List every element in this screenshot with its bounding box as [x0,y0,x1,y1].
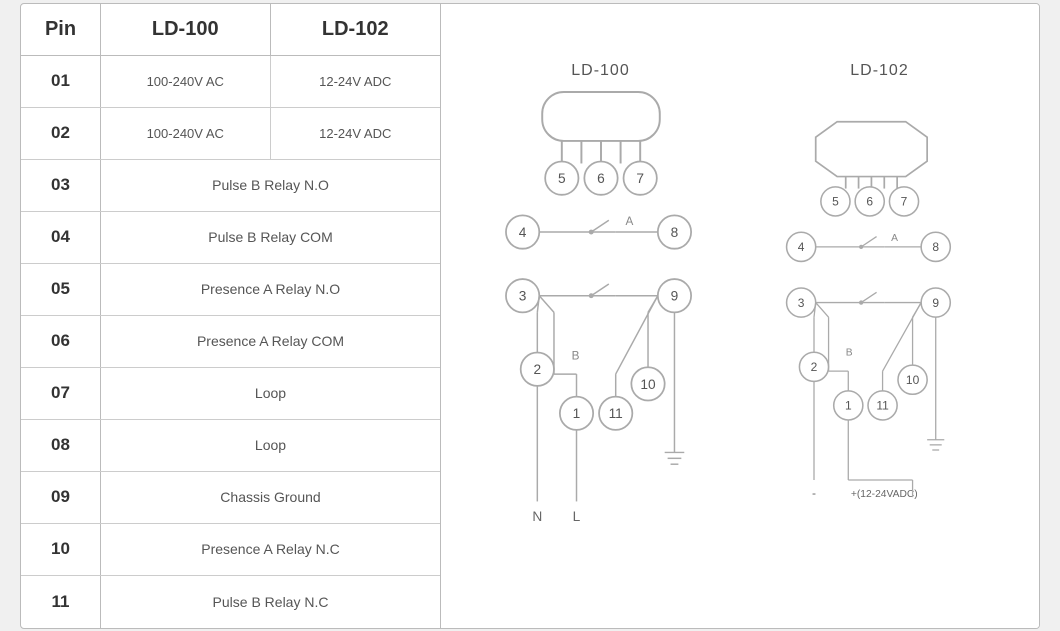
ld100-cell: 100-240V AC [101,56,271,107]
svg-text:4: 4 [518,224,526,239]
svg-text:B: B [571,349,579,362]
ld100-diagram: 5 6 7 4 8 [481,90,721,570]
svg-text:5: 5 [832,194,839,208]
svg-text:10: 10 [905,373,919,387]
svg-text:+(12-24VADC): +(12-24VADC) [850,489,917,500]
desc-cell: Presence A Relay COM [101,316,440,367]
pin-cell: 02 [21,108,101,159]
diagram-area: LD-100 5 6 7 [441,4,1039,628]
table-row: 07Loop [21,368,440,420]
svg-text:4: 4 [797,240,804,254]
ld100-cell: 100-240V AC [101,108,271,159]
svg-text:3: 3 [518,288,526,303]
table-row: 02100-240V AC12-24V ADC [21,108,440,160]
desc-cell: Chassis Ground [101,472,440,523]
desc-cell: Loop [101,420,440,471]
table-row: 03Pulse B Relay N.O [21,160,440,212]
table-row: 09Chassis Ground [21,472,440,524]
svg-text:11: 11 [876,398,889,412]
svg-text:B: B [845,347,852,358]
ld100-panel: LD-100 5 6 7 [481,62,721,570]
svg-text:8: 8 [670,224,678,239]
svg-text:6: 6 [866,194,873,208]
desc-cell: Pulse B Relay N.O [101,160,440,211]
pin-cell: 08 [21,420,101,471]
svg-text:1: 1 [572,406,580,421]
header-ld102: LD-102 [271,4,441,55]
main-container: Pin LD-100 LD-102 01100-240V AC12-24V AD… [20,3,1040,629]
svg-text:A: A [625,215,633,228]
table-row: 05Presence A Relay N.O [21,264,440,316]
svg-text:L: L [572,509,580,524]
desc-cell: Pulse B Relay N.C [101,576,440,628]
pin-table: Pin LD-100 LD-102 01100-240V AC12-24V AD… [21,4,441,628]
desc-cell: Loop [101,368,440,419]
pin-cell: 09 [21,472,101,523]
table-row: 04Pulse B Relay COM [21,212,440,264]
table-row: 01100-240V AC12-24V ADC [21,56,440,108]
desc-cell: Presence A Relay N.C [101,524,440,575]
pin-cell: 05 [21,264,101,315]
pin-cell: 04 [21,212,101,263]
svg-text:N: N [532,509,542,524]
header-pin: Pin [21,4,101,55]
ld102-diagram: 5 6 7 4 8 A 3 [760,90,1000,570]
pin-cell: 01 [21,56,101,107]
pin-cell: 03 [21,160,101,211]
ld102-cell: 12-24V ADC [271,108,441,159]
table-row: 11Pulse B Relay N.C [21,576,440,628]
svg-text:10: 10 [640,376,656,391]
svg-text:11: 11 [608,406,622,421]
table-row: 08Loop [21,420,440,472]
svg-text:2: 2 [533,362,541,377]
svg-text:7: 7 [900,194,907,208]
ld102-label: LD-102 [850,62,908,80]
ld102-panel: LD-102 5 6 7 4 [760,62,1000,570]
svg-text:9: 9 [932,295,939,309]
svg-text:A: A [891,232,898,243]
svg-text:3: 3 [797,295,804,309]
pin-cell: 06 [21,316,101,367]
svg-text:9: 9 [670,288,678,303]
header-ld100: LD-100 [101,4,271,55]
svg-text:7: 7 [636,171,644,186]
desc-cell: Presence A Relay N.O [101,264,440,315]
pin-cell: 07 [21,368,101,419]
desc-cell: Pulse B Relay COM [101,212,440,263]
table-row: 06Presence A Relay COM [21,316,440,368]
ld102-cell: 12-24V ADC [271,56,441,107]
svg-text:2: 2 [810,360,817,374]
pin-cell: 11 [21,576,101,628]
svg-text:8: 8 [932,240,939,254]
table-row: 10Presence A Relay N.C [21,524,440,576]
svg-text:5: 5 [558,171,566,186]
table-body: 01100-240V AC12-24V ADC02100-240V AC12-2… [21,56,440,628]
svg-text:-: - [812,486,816,500]
pin-cell: 10 [21,524,101,575]
ld100-label: LD-100 [571,62,629,80]
svg-text:6: 6 [597,171,605,186]
svg-text:1: 1 [844,398,851,412]
table-header: Pin LD-100 LD-102 [21,4,440,56]
